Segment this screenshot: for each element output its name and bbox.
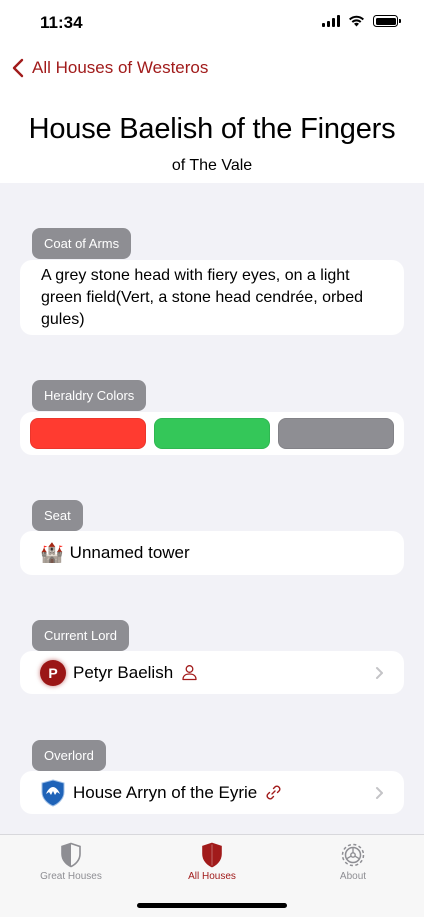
overlord-label: Overlord [32,740,106,771]
tab-about[interactable]: About [283,842,423,882]
overlord-name: House Arryn of the Eyrie [73,782,258,802]
seat-value: Unnamed tower [69,543,190,562]
status-time: 11:34 [40,13,83,32]
current-lord-row[interactable]: P Petyr Baelish [20,651,404,694]
color-swatch-red [30,418,146,449]
shield-fill-icon [202,842,222,868]
overlord-row[interactable]: House Arryn of the Eyrie [20,771,404,814]
current-lord-label: Current Lord [32,620,129,651]
back-label: All Houses of Westeros [32,58,209,77]
gear-icon [341,843,365,867]
coat-of-arms-card: A grey stone head with fiery eyes, on a … [20,260,404,335]
back-button[interactable]: All Houses of Westeros [12,58,208,78]
heraldry-colors-label: Heraldry Colors [32,380,147,411]
wifi-icon [349,15,364,27]
coat-of-arms-text: A grey stone head with fiery eyes, on a … [41,267,363,328]
heraldry-colors-card [20,412,404,455]
castle-icon: 🏰 [40,543,64,564]
home-indicator [137,903,287,908]
color-swatch-green [154,418,270,449]
seat-label: Seat [32,500,83,531]
tab-all-houses[interactable]: All Houses [142,842,282,882]
coat-of-arms-label: Coat of Arms [32,228,132,259]
status-icons [322,15,401,27]
status-bar: 11:34 [0,0,424,46]
color-swatch-grey [278,418,394,449]
shield-icon [61,842,81,868]
lord-initial-badge: P [40,659,66,686]
tab-label: About [339,871,367,882]
tab-label: Great Houses [40,871,102,882]
chevron-left-icon [12,58,24,78]
tab-label: All Houses [188,871,236,882]
house-region: of The Vale [171,157,253,174]
battery-icon [373,15,401,27]
chevron-right-icon [376,666,383,679]
tab-great-houses[interactable]: Great Houses [1,842,141,882]
current-lord-name: Petyr Baelish [73,662,174,682]
person-icon [182,665,197,681]
seat-card: 🏰 Unnamed tower [20,531,404,575]
page-title: House Baelish of the Fingers [28,113,396,145]
link-icon [266,785,281,800]
chevron-right-icon [376,786,383,799]
cellular-icon [322,15,340,27]
arryn-shield-icon [41,778,65,807]
